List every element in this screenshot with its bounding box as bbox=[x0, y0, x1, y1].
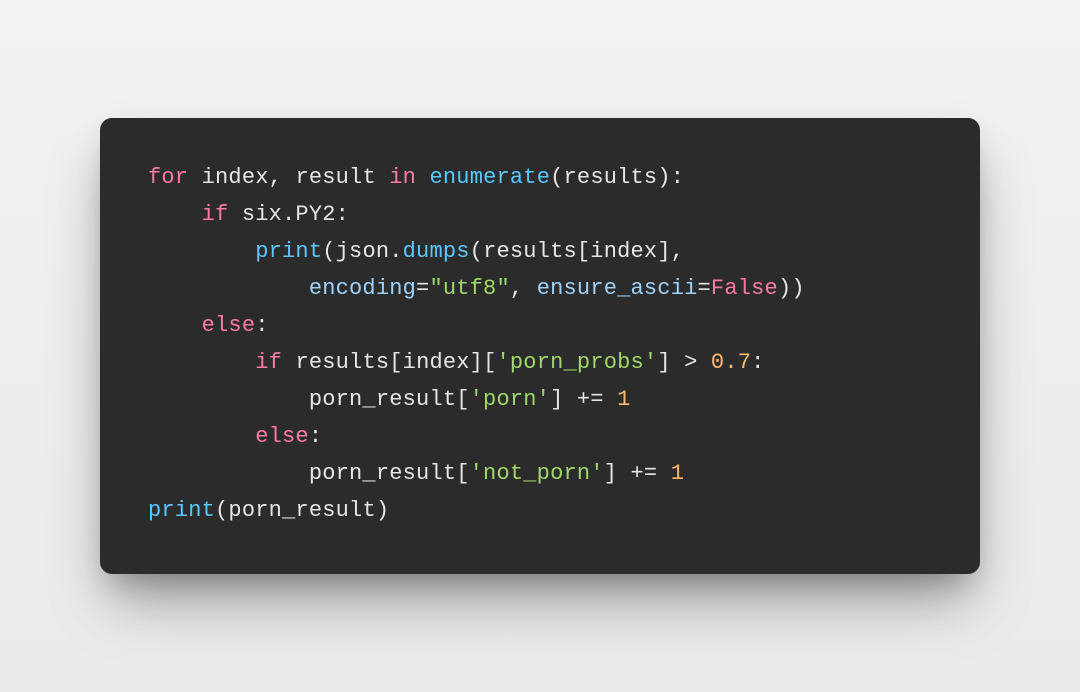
indent bbox=[148, 424, 255, 449]
comma: , bbox=[269, 165, 282, 190]
keyword-if: if bbox=[255, 350, 282, 375]
ident-json: json. bbox=[336, 239, 403, 264]
keyword-for: for bbox=[148, 165, 188, 190]
paren-open: ( bbox=[470, 239, 483, 264]
space bbox=[282, 350, 295, 375]
keyword-else: else bbox=[202, 313, 256, 338]
paren-open: ( bbox=[322, 239, 335, 264]
fn-dumps: dumps bbox=[403, 239, 470, 264]
param-ensure-ascii: ensure_ascii bbox=[537, 276, 698, 301]
indent bbox=[148, 276, 309, 301]
indent bbox=[148, 202, 202, 227]
ident-result: result bbox=[282, 165, 389, 190]
number-07: 0.7 bbox=[711, 350, 751, 375]
indent bbox=[148, 461, 309, 486]
bracket-open: [index][ bbox=[389, 350, 496, 375]
ident-porn-result: porn_result[ bbox=[309, 461, 470, 486]
colon: : bbox=[309, 424, 322, 449]
paren-close-colon: ): bbox=[657, 165, 684, 190]
bracket-index-comma: [index], bbox=[577, 239, 684, 264]
fn-enumerate: enumerate bbox=[429, 165, 550, 190]
ident-index: index bbox=[188, 165, 268, 190]
paren-close: ) bbox=[376, 498, 389, 523]
param-encoding: encoding bbox=[309, 276, 416, 301]
indent bbox=[148, 387, 309, 412]
indent bbox=[148, 313, 202, 338]
string-utf8: "utf8" bbox=[429, 276, 509, 301]
ident-results: results bbox=[564, 165, 658, 190]
ident-six-py2: six.PY2: bbox=[228, 202, 349, 227]
bracket-close-pluseq: ] += bbox=[550, 387, 617, 412]
space bbox=[416, 165, 429, 190]
code-block: for index, result in enumerate(results):… bbox=[148, 160, 932, 530]
ident-porn-result: porn_result[ bbox=[309, 387, 470, 412]
ident-porn-result: porn_result bbox=[228, 498, 375, 523]
fn-print: print bbox=[255, 239, 322, 264]
bracket-close-gt: ] > bbox=[657, 350, 711, 375]
keyword-else: else bbox=[255, 424, 309, 449]
ident-results: results bbox=[295, 350, 389, 375]
ident-results: results bbox=[483, 239, 577, 264]
bool-false: False bbox=[711, 276, 778, 301]
keyword-in: in bbox=[389, 165, 416, 190]
string-not-porn: 'not_porn' bbox=[470, 461, 604, 486]
colon: : bbox=[751, 350, 764, 375]
indent bbox=[148, 239, 255, 264]
equals: = bbox=[698, 276, 711, 301]
paren-open: ( bbox=[215, 498, 228, 523]
equals: = bbox=[416, 276, 429, 301]
string-porn: 'porn' bbox=[470, 387, 550, 412]
colon: : bbox=[255, 313, 268, 338]
code-card: for index, result in enumerate(results):… bbox=[100, 118, 980, 574]
keyword-if: if bbox=[202, 202, 229, 227]
bracket-close-pluseq: ] += bbox=[604, 461, 671, 486]
paren-open: ( bbox=[550, 165, 563, 190]
indent bbox=[148, 350, 255, 375]
number-1: 1 bbox=[671, 461, 684, 486]
fn-print: print bbox=[148, 498, 215, 523]
comma: , bbox=[510, 276, 537, 301]
paren-close: )) bbox=[778, 276, 805, 301]
string-porn-probs: 'porn_probs' bbox=[496, 350, 657, 375]
number-1: 1 bbox=[617, 387, 630, 412]
